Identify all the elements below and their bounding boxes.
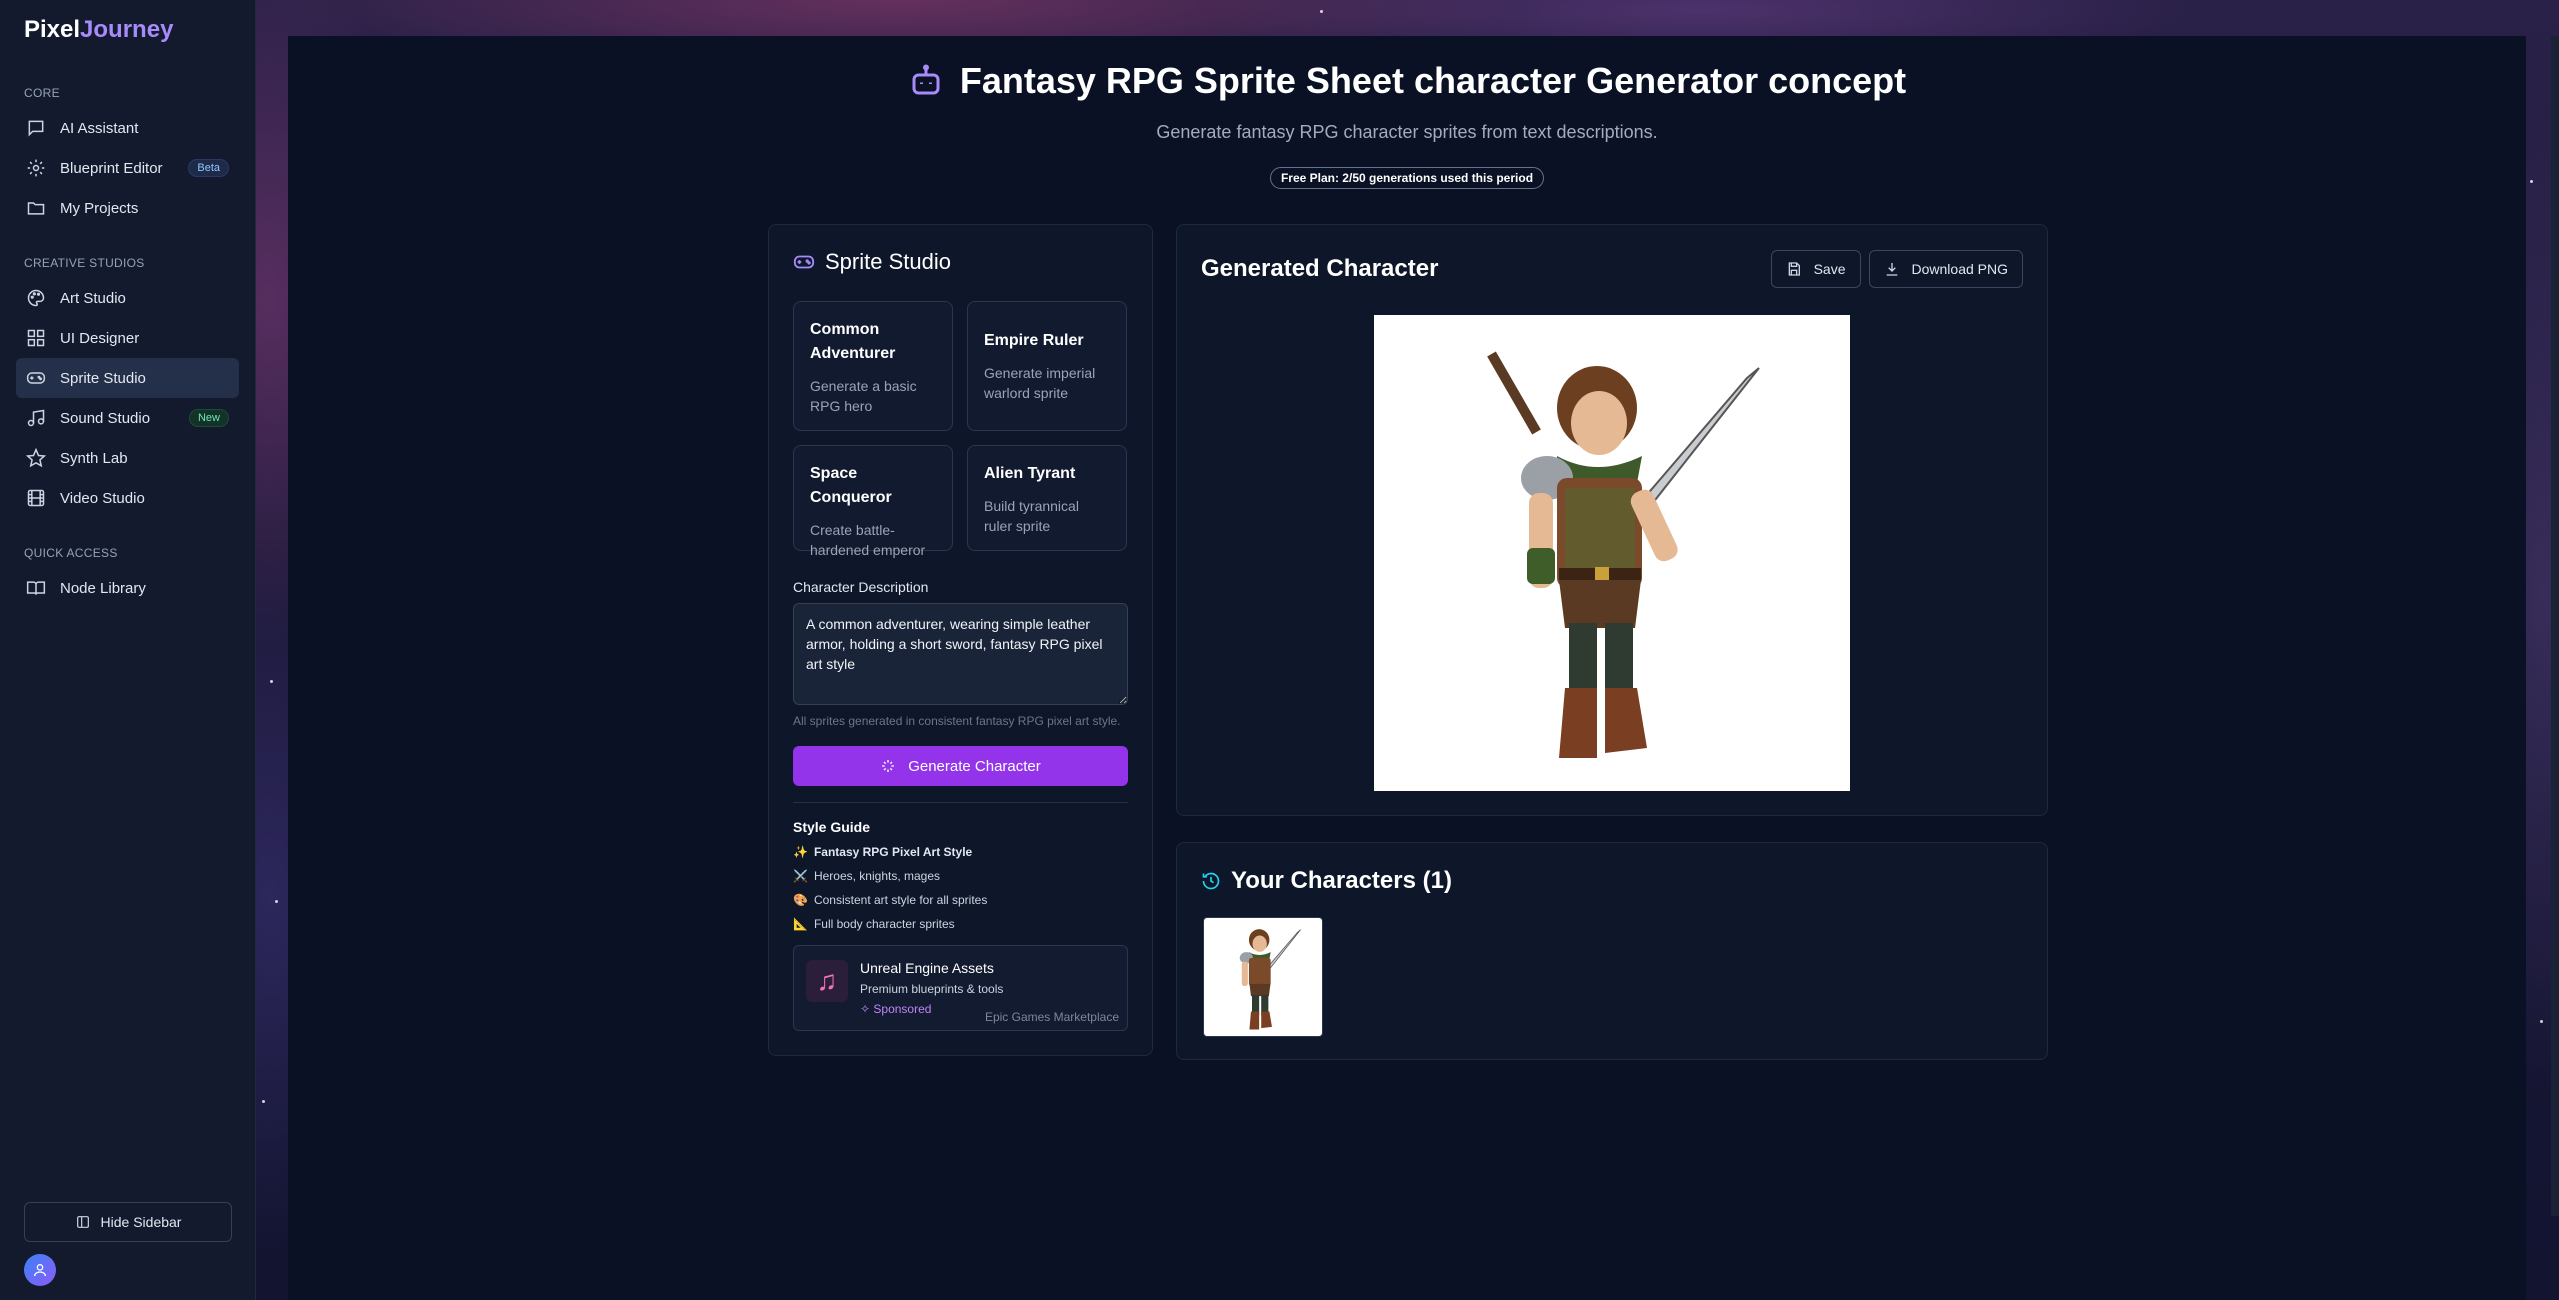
sponsored-label: ✧ Sponsored xyxy=(860,1002,932,1016)
palette-icon: 🎨 xyxy=(793,893,808,907)
user-icon xyxy=(34,1264,46,1277)
sidebar-item-sprite-studio[interactable]: Sprite Studio xyxy=(16,358,239,398)
sidebar-item-sound-studio[interactable]: Sound Studio New xyxy=(16,398,239,438)
studio-title: Sprite Studio xyxy=(825,249,951,274)
palette-icon xyxy=(27,289,45,307)
gamepad-icon xyxy=(26,372,46,384)
your-characters-card: Your Characters (1) xyxy=(1176,842,2048,1060)
preset-empire-ruler[interactable]: Empire Ruler Generate imperial warlord s… xyxy=(967,301,1127,431)
sidebar-item-synth-lab[interactable]: Synth Lab xyxy=(16,438,239,478)
generate-character-button[interactable]: Generate Character xyxy=(793,746,1128,786)
page-title: Fantasy RPG Sprite Sheet character Gener… xyxy=(959,60,1907,101)
sidebar-item-my-projects[interactable]: My Projects xyxy=(16,188,239,228)
star-icon xyxy=(26,448,46,468)
preset-common-adventurer[interactable]: Common Adventurer Generate a basic RPG h… xyxy=(793,301,953,431)
music-app-icon: ♫ xyxy=(806,960,848,1002)
section-label-quick: QUICK ACCESS xyxy=(24,546,118,560)
music-note-icon xyxy=(27,409,45,427)
description-label: Character Description xyxy=(793,579,929,595)
chat-icon xyxy=(28,120,44,137)
sidebar-item-video-studio[interactable]: Video Studio xyxy=(16,478,239,518)
plan-usage-badge: Free Plan: 2/50 generations used this pe… xyxy=(1269,167,1545,189)
preset-grid: Common Adventurer Generate a basic RPG h… xyxy=(793,301,1128,558)
sponsored-ad[interactable]: ♫ Unreal Engine Assets Premium blueprint… xyxy=(793,945,1128,1031)
character-thumbnail-sprite xyxy=(1239,929,1301,1030)
new-badge: New xyxy=(188,409,229,427)
swords-icon: ⚔️ xyxy=(793,869,808,883)
sidebar-item-ui-designer[interactable]: UI Designer xyxy=(16,318,239,358)
grid-icon xyxy=(27,329,45,347)
sidebar-item-art-studio[interactable]: Art Studio xyxy=(16,278,239,318)
robot-icon xyxy=(912,64,940,95)
page-header: Fantasy RPG Sprite Sheet character Gener… xyxy=(288,36,2526,189)
sidebar-item-blueprint-editor[interactable]: Blueprint Editor Beta xyxy=(16,148,239,188)
sparkles-icon xyxy=(882,760,895,772)
hide-sidebar-button[interactable]: Hide Sidebar xyxy=(24,1202,232,1242)
style-guide-item: ✨ Fantasy RPG Pixel Art Style xyxy=(793,845,973,859)
preset-space-conqueror[interactable]: Space Conqueror Create battle-hardened e… xyxy=(793,445,953,558)
character-sprite xyxy=(1487,351,1760,758)
style-guide-title: Style Guide xyxy=(793,819,871,835)
folder-icon xyxy=(27,202,45,215)
ruler-icon: 📐 xyxy=(793,917,808,931)
ad-title: Unreal Engine Assets xyxy=(860,960,994,976)
book-icon xyxy=(26,581,46,595)
sidebar-item-node-library[interactable]: Node Library xyxy=(16,568,239,608)
section-label-core: CORE xyxy=(24,86,60,100)
ad-subtitle: Premium blueprints & tools xyxy=(860,982,1004,996)
divider xyxy=(793,802,1128,803)
style-guide-item: 🎨 Consistent art style for all sprites xyxy=(793,893,988,907)
generated-character-card: Generated Character Save Download PNG xyxy=(1176,224,2048,816)
download-icon xyxy=(1886,263,1897,276)
style-hint: All sprites generated in consistent fant… xyxy=(793,714,1121,728)
character-thumbnail[interactable] xyxy=(1203,917,1323,1037)
gamepad-icon xyxy=(793,255,815,269)
ad-marketplace: Epic Games Marketplace xyxy=(984,1010,1119,1024)
sidebar-item-ai-assistant[interactable]: AI Assistant xyxy=(16,108,239,148)
download-png-button[interactable]: Download PNG xyxy=(1868,250,2023,288)
style-guide-item: ⚔️ Heroes, knights, mages xyxy=(793,869,941,883)
sidebar-toggle-icon xyxy=(76,1216,89,1228)
character-description-input[interactable] xyxy=(793,603,1128,705)
save-icon xyxy=(1788,262,1800,276)
user-avatar[interactable] xyxy=(24,1254,56,1286)
page-subtitle: Generate fantasy RPG character sprites f… xyxy=(1156,122,1658,142)
your-characters-title: Your Characters (1) xyxy=(1231,867,1452,894)
generated-title: Generated Character xyxy=(1201,255,1439,282)
sprite-studio-card: Sprite Studio Common Adventurer Generate… xyxy=(768,224,1153,1056)
main-panel: Fantasy RPG Sprite Sheet character Gener… xyxy=(288,36,2526,1300)
style-guide-item: 📐 Full body character sprites xyxy=(793,917,955,931)
gear-icon xyxy=(27,159,45,177)
brand-logo[interactable]: PixelJourney xyxy=(0,0,255,58)
save-button[interactable]: Save xyxy=(1770,250,1861,288)
beta-badge: Beta xyxy=(188,159,229,177)
generated-character-image xyxy=(1374,315,1850,791)
sparkle-icon: ✨ xyxy=(793,845,808,859)
film-icon xyxy=(27,489,45,507)
section-label-creative: CREATIVE STUDIOS xyxy=(24,256,145,270)
sidebar: PixelJourney CORE AI Assistant Blueprint… xyxy=(0,0,256,1300)
history-icon xyxy=(1202,872,1220,890)
page-scrollbar[interactable] xyxy=(2551,36,2559,1216)
preset-alien-tyrant[interactable]: Alien Tyrant Build tyrannical ruler spri… xyxy=(967,445,1127,551)
